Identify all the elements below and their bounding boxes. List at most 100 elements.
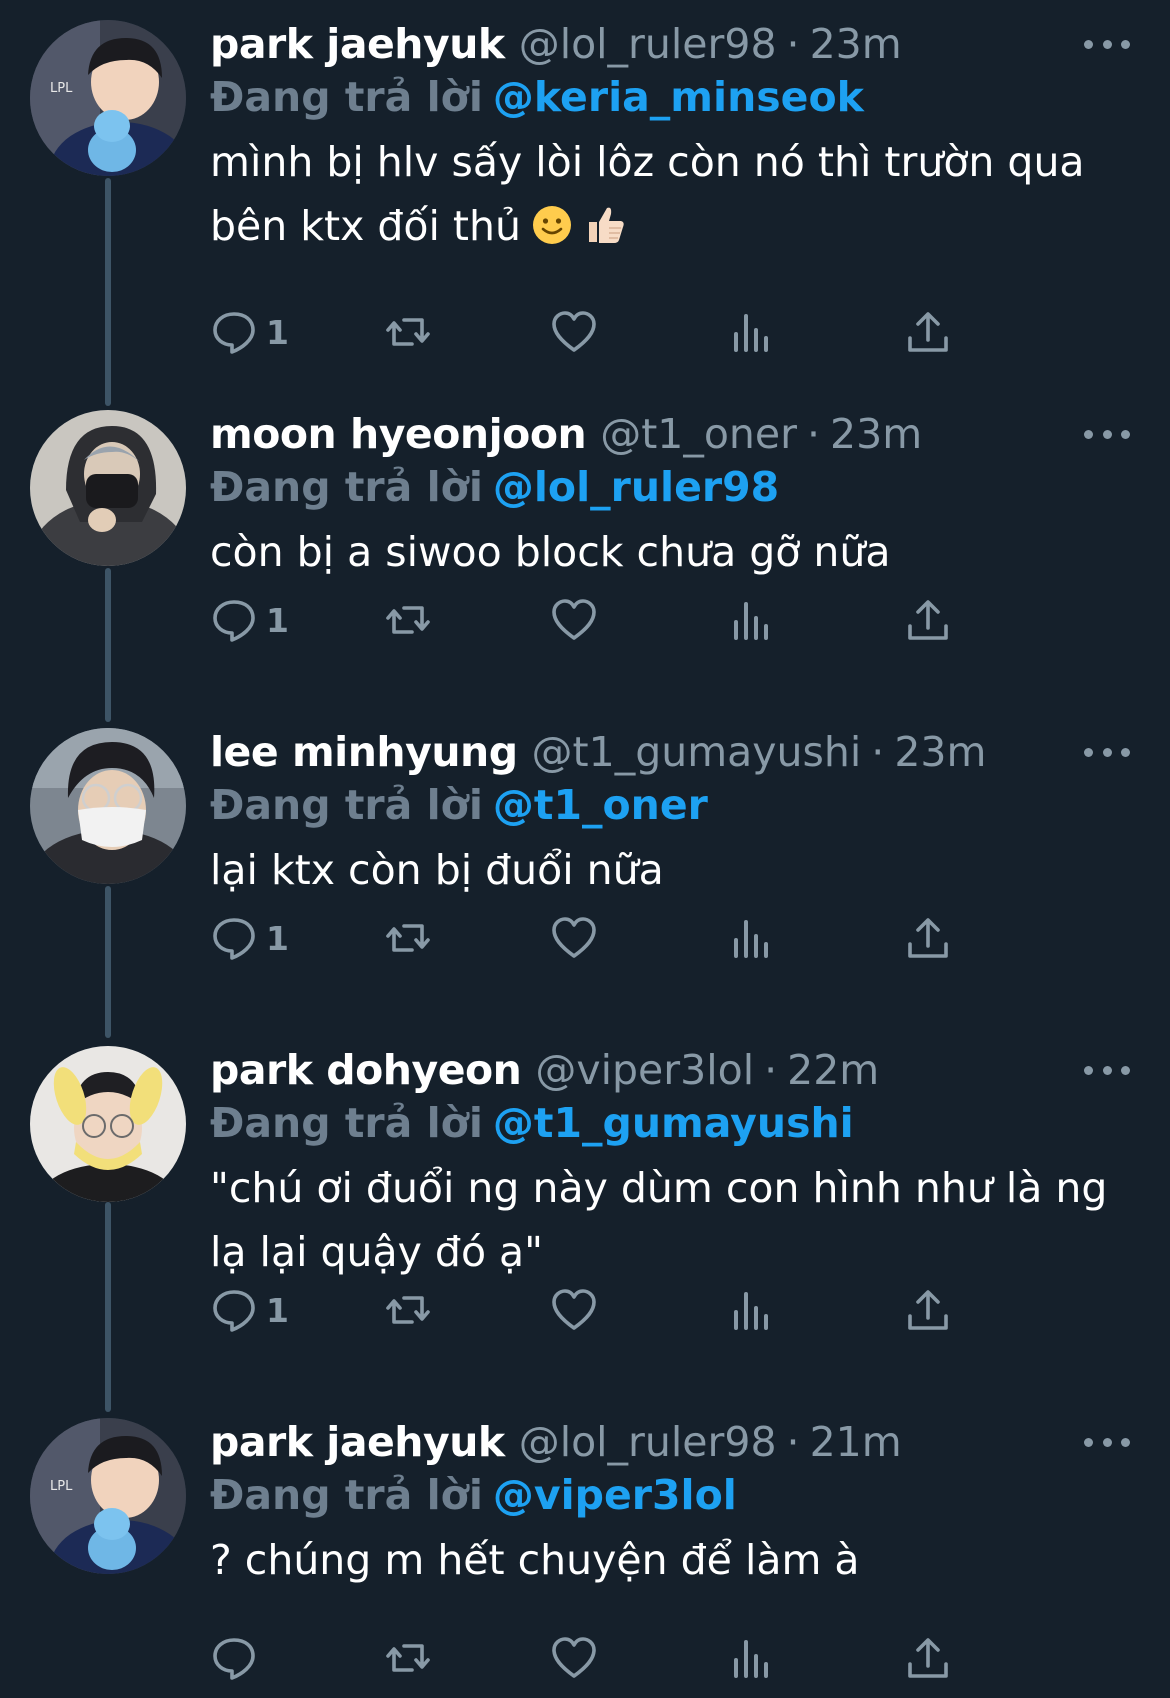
more-options-icon[interactable] [1084,30,1130,58]
separator-dot: · [871,728,885,776]
timestamp[interactable]: 23m [810,18,902,70]
separator-dot: · [807,410,821,458]
retweet-icon [386,1296,430,1324]
display-name[interactable]: park dohyeon [210,1044,522,1096]
retweet-icon [386,924,430,952]
avatar[interactable] [30,728,186,884]
avatar-moon-hyeonjoon-icon [30,410,186,566]
share-icon [908,1638,948,1678]
tweet[interactable]: LPL park jaehyuk @lol_ruler98 · 21m Đang… [0,1398,1170,1698]
share-icon [908,918,948,958]
user-handle[interactable]: @viper3lol [535,1044,754,1096]
share-button[interactable] [904,1280,952,1340]
like-button[interactable] [550,908,598,968]
heart-icon [552,1637,596,1678]
avatar[interactable]: LPL [30,20,186,176]
slightly-smiling-face-emoji-icon [531,200,573,264]
share-button[interactable] [904,590,952,650]
timestamp[interactable]: 23m [894,726,986,778]
avatar[interactable] [30,410,186,566]
share-icon [908,312,948,352]
user-handle[interactable]: @lol_ruler98 [519,18,777,70]
reply-button[interactable]: 1 [210,302,289,362]
tweet-text: còn bị a siwoo block chưa gỡ nữa [210,528,891,576]
retweet-button[interactable] [384,302,432,362]
analytics-button[interactable] [728,1628,776,1688]
avatar[interactable]: LPL [30,1418,186,1574]
analytics-icon [734,602,768,640]
reply-button[interactable]: 1 [210,590,289,650]
avatar-park-jaehyuk-icon: LPL [30,1418,186,1574]
analytics-button[interactable] [728,1280,776,1340]
tweet-actions: 1 [210,908,1040,968]
tweet[interactable]: park dohyeon @viper3lol · 22m Đang trả l… [0,1026,1170,1396]
display-name[interactable]: lee minhyung [210,726,518,778]
tweet[interactable]: LPL park jaehyuk @lol_ruler98 · 23m Đang… [0,0,1170,390]
analytics-button[interactable] [728,908,776,968]
timestamp[interactable]: 22m [787,1044,879,1096]
tweet-actions [210,1628,1040,1688]
more-options-icon[interactable] [1084,738,1130,766]
like-button[interactable] [550,1628,598,1688]
heart-icon [552,917,596,958]
retweet-button[interactable] [384,590,432,650]
analytics-icon [734,1640,768,1678]
reply-label: Đang trả lời [210,781,483,829]
user-handle[interactable]: @lol_ruler98 [519,1416,777,1468]
reply-button[interactable]: 1 [210,1280,289,1340]
more-options-icon[interactable] [1084,420,1130,448]
user-handle[interactable]: @t1_gumayushi [532,726,862,778]
analytics-icon [734,920,768,958]
svg-text:LPL: LPL [50,81,73,96]
tweet-actions: 1 [210,1280,1040,1340]
user-handle[interactable]: @t1_oner [600,408,797,460]
reply-to-handle[interactable]: @viper3lol [493,1471,737,1519]
reply-to-handle[interactable]: @t1_gumayushi [493,1099,854,1147]
more-options-icon[interactable] [1084,1056,1130,1084]
analytics-icon [734,314,768,352]
tweet-text: "chú ơi đuổi ng này dùm con hình như là … [210,1164,1108,1276]
heart-icon [552,311,596,352]
reply-button[interactable]: 1 [210,908,289,968]
reply-count: 1 [266,1290,289,1330]
tweet[interactable]: lee minhyung @t1_gumayushi · 23m Đang tr… [0,708,1170,1026]
like-button[interactable] [550,302,598,362]
reply-to-handle[interactable]: @t1_oner [493,781,708,829]
analytics-button[interactable] [728,302,776,362]
more-options-icon[interactable] [1084,1428,1130,1456]
reply-icon [213,312,255,354]
like-button[interactable] [550,1280,598,1340]
analytics-icon [734,1292,768,1330]
share-icon [908,600,948,640]
avatar-lee-minhyung-icon [30,728,186,884]
retweet-button[interactable] [384,908,432,968]
display-name[interactable]: park jaehyuk [210,18,505,70]
reply-count: 1 [266,600,289,640]
display-name[interactable]: moon hyeonjoon [210,408,587,460]
reply-to-handle[interactable]: @lol_ruler98 [493,463,779,511]
timestamp[interactable]: 23m [830,408,922,460]
display-name[interactable]: park jaehyuk [210,1416,505,1468]
tweet-text-content: mình bị hlv sấy lòi lôz còn nó thì trườn… [210,138,1085,250]
retweet-icon [386,606,430,634]
separator-dot: · [764,1046,778,1094]
heart-icon [552,1289,596,1330]
reply-icon [213,918,255,960]
avatar[interactable] [30,1046,186,1202]
analytics-button[interactable] [728,590,776,650]
timestamp[interactable]: 21m [810,1416,902,1468]
reply-label: Đang trả lời [210,463,483,511]
share-button[interactable] [904,1628,952,1688]
tweet[interactable]: moon hyeonjoon @t1_oner · 23m Đang trả l… [0,390,1170,708]
reply-icon [213,600,255,642]
reply-to-handle[interactable]: @keria_minseok [493,73,864,121]
share-button[interactable] [904,302,952,362]
reply-button[interactable] [210,1628,266,1688]
share-button[interactable] [904,908,952,968]
retweet-icon [386,318,430,346]
heart-icon [552,599,596,640]
tweet-text: ? chúng m hết chuyện để làm à [210,1536,860,1584]
like-button[interactable] [550,590,598,650]
retweet-button[interactable] [384,1280,432,1340]
retweet-button[interactable] [384,1628,432,1688]
